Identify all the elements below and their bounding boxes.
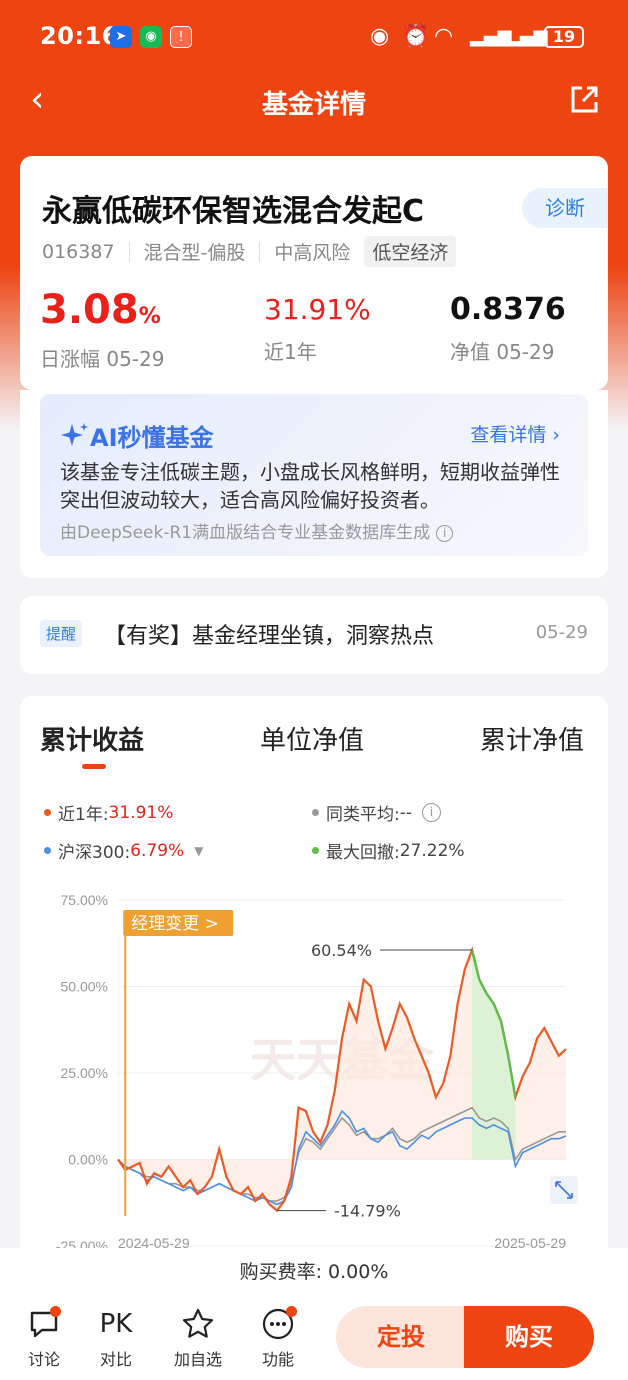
return-chart[interactable]: 75.00%50.00%25.00%0.00%-25.00% 2024-05-29…: [20, 876, 608, 1252]
legend-drawdown: 最大回撤: 27.22%: [312, 838, 465, 863]
fund-theme-tag[interactable]: 低空经济: [364, 236, 457, 267]
nav-bar: ‹ 基金详情: [0, 76, 628, 130]
manager-change-label: 经理变更 >: [131, 914, 219, 934]
battery-indicator: 19: [544, 26, 584, 48]
share-icon[interactable]: [568, 84, 600, 116]
nav-value: 0.8376: [450, 292, 566, 327]
y-tick-label: 25.00%: [61, 1065, 108, 1081]
tab-unit-nav[interactable]: 单位净值: [260, 720, 364, 757]
page-title: 基金详情: [261, 90, 366, 120]
chart-card: 累计收益 单位净值 累计净值 近1年: 31.91% 同类平均: -- i 沪深300…: [20, 696, 608, 1256]
status-time: 20:16: [40, 22, 119, 50]
ai-more-link[interactable]: 查看详情 ›: [470, 420, 560, 447]
daily-change-stat: 3.08% 日涨幅 05-29: [40, 287, 165, 371]
app-alert-icon: !: [170, 26, 192, 48]
year-return-value: 31.91%: [264, 293, 371, 326]
ai-title: AI秒懂基金: [60, 418, 214, 453]
sparkle-icon: [61, 422, 88, 446]
y-tick-label: 75.00%: [61, 892, 108, 908]
purchase-fee: 购买费率: 0.00%: [0, 1248, 628, 1296]
daily-change-value: 3.08: [40, 287, 139, 333]
y-tick-label: 0.00%: [68, 1152, 108, 1168]
y-tick-label: 50.00%: [61, 979, 108, 995]
tab-cumulative-nav[interactable]: 累计净值: [480, 720, 584, 757]
legend-fund: 近1年: 31.91%: [44, 800, 173, 825]
alarm-icon: ⏰: [402, 24, 430, 49]
wechat-icon: ◉: [140, 26, 162, 48]
tab-underline: [82, 764, 106, 769]
tab-cumulative-return[interactable]: 累计收益: [40, 720, 144, 757]
legend-index[interactable]: 沪深300: 6.79% ▼: [44, 838, 203, 863]
fund-risk: 中高风险: [274, 242, 351, 264]
star-icon: [182, 1308, 214, 1338]
functions-button[interactable]: 功能: [248, 1306, 308, 1370]
year-return-label: 近1年: [264, 340, 317, 364]
eye-icon: ◉: [370, 24, 390, 49]
ai-source-note: 由DeepSeek-R1满血版结合专业基金数据库生成 i: [60, 518, 454, 543]
pk-icon: PK: [99, 1309, 133, 1339]
fund-name: 永赢低碳环保智选混合发起C: [42, 194, 425, 229]
signal-icon-2: ▂▄▆: [506, 26, 548, 47]
nav-stat: 0.8376 净值 05-29: [450, 286, 566, 365]
status-bar: 20:16 ➤ ◉ ! ◉ ⏰ ◠ ▂▄▆ ▂▄▆ 19: [0, 18, 628, 58]
reminder-text: 【有奖】基金经理坐镇，洞察热点: [104, 624, 435, 649]
fund-type: 混合型-偏股: [143, 242, 246, 264]
wifi-icon: ◠: [434, 24, 454, 49]
bottom-bar: 讨论 PK 对比 加自选 功能 定投 购买: [0, 1296, 628, 1380]
reminder-card[interactable]: 提醒 【有奖】基金经理坐镇，洞察热点 05-29: [20, 596, 608, 674]
expand-icon[interactable]: [550, 1176, 578, 1204]
ai-summary-card[interactable]: AI秒懂基金 查看详情 › 该基金专注低碳主题，小盘成长风格鲜明，短期收益弹性突…: [40, 394, 588, 556]
fund-summary-card: 永赢低碳环保智选混合发起C 诊断 016387 混合型-偏股 中高风险 低空经济…: [20, 156, 608, 390]
reminder-date: 05-29: [535, 622, 588, 643]
diagnose-button[interactable]: 诊断: [522, 188, 608, 228]
nav-label: 净值 05-29: [450, 340, 555, 364]
dropdown-icon: ▼: [194, 843, 204, 858]
daily-change-label: 日涨幅 05-29: [40, 347, 165, 371]
fixed-investment-button[interactable]: 定投: [336, 1306, 466, 1368]
discuss-button[interactable]: 讨论: [14, 1306, 74, 1370]
max-annotation: 60.54%: [311, 941, 372, 960]
compare-button[interactable]: PK 对比: [86, 1306, 146, 1370]
app-notification-icon: ➤: [110, 26, 132, 48]
reminder-badge: 提醒: [40, 620, 83, 647]
ai-summary-text: 该基金专注低碳主题，小盘成长风格鲜明，短期收益弹性突出但波动较大，适合高风险偏好…: [60, 460, 560, 512]
min-annotation: -14.79%: [334, 1202, 401, 1221]
fund-code: 016387: [42, 240, 115, 263]
info-icon[interactable]: i: [422, 803, 442, 822]
add-watchlist-button[interactable]: 加自选: [168, 1306, 228, 1370]
buy-button[interactable]: 购买: [464, 1306, 594, 1368]
legend-peer: 同类平均: -- i: [312, 800, 442, 825]
fund-tags: 016387 混合型-偏股 中高风险 低空经济: [42, 236, 457, 267]
year-return-stat: 31.91% 近1年: [264, 286, 371, 365]
info-icon[interactable]: i: [436, 524, 454, 542]
